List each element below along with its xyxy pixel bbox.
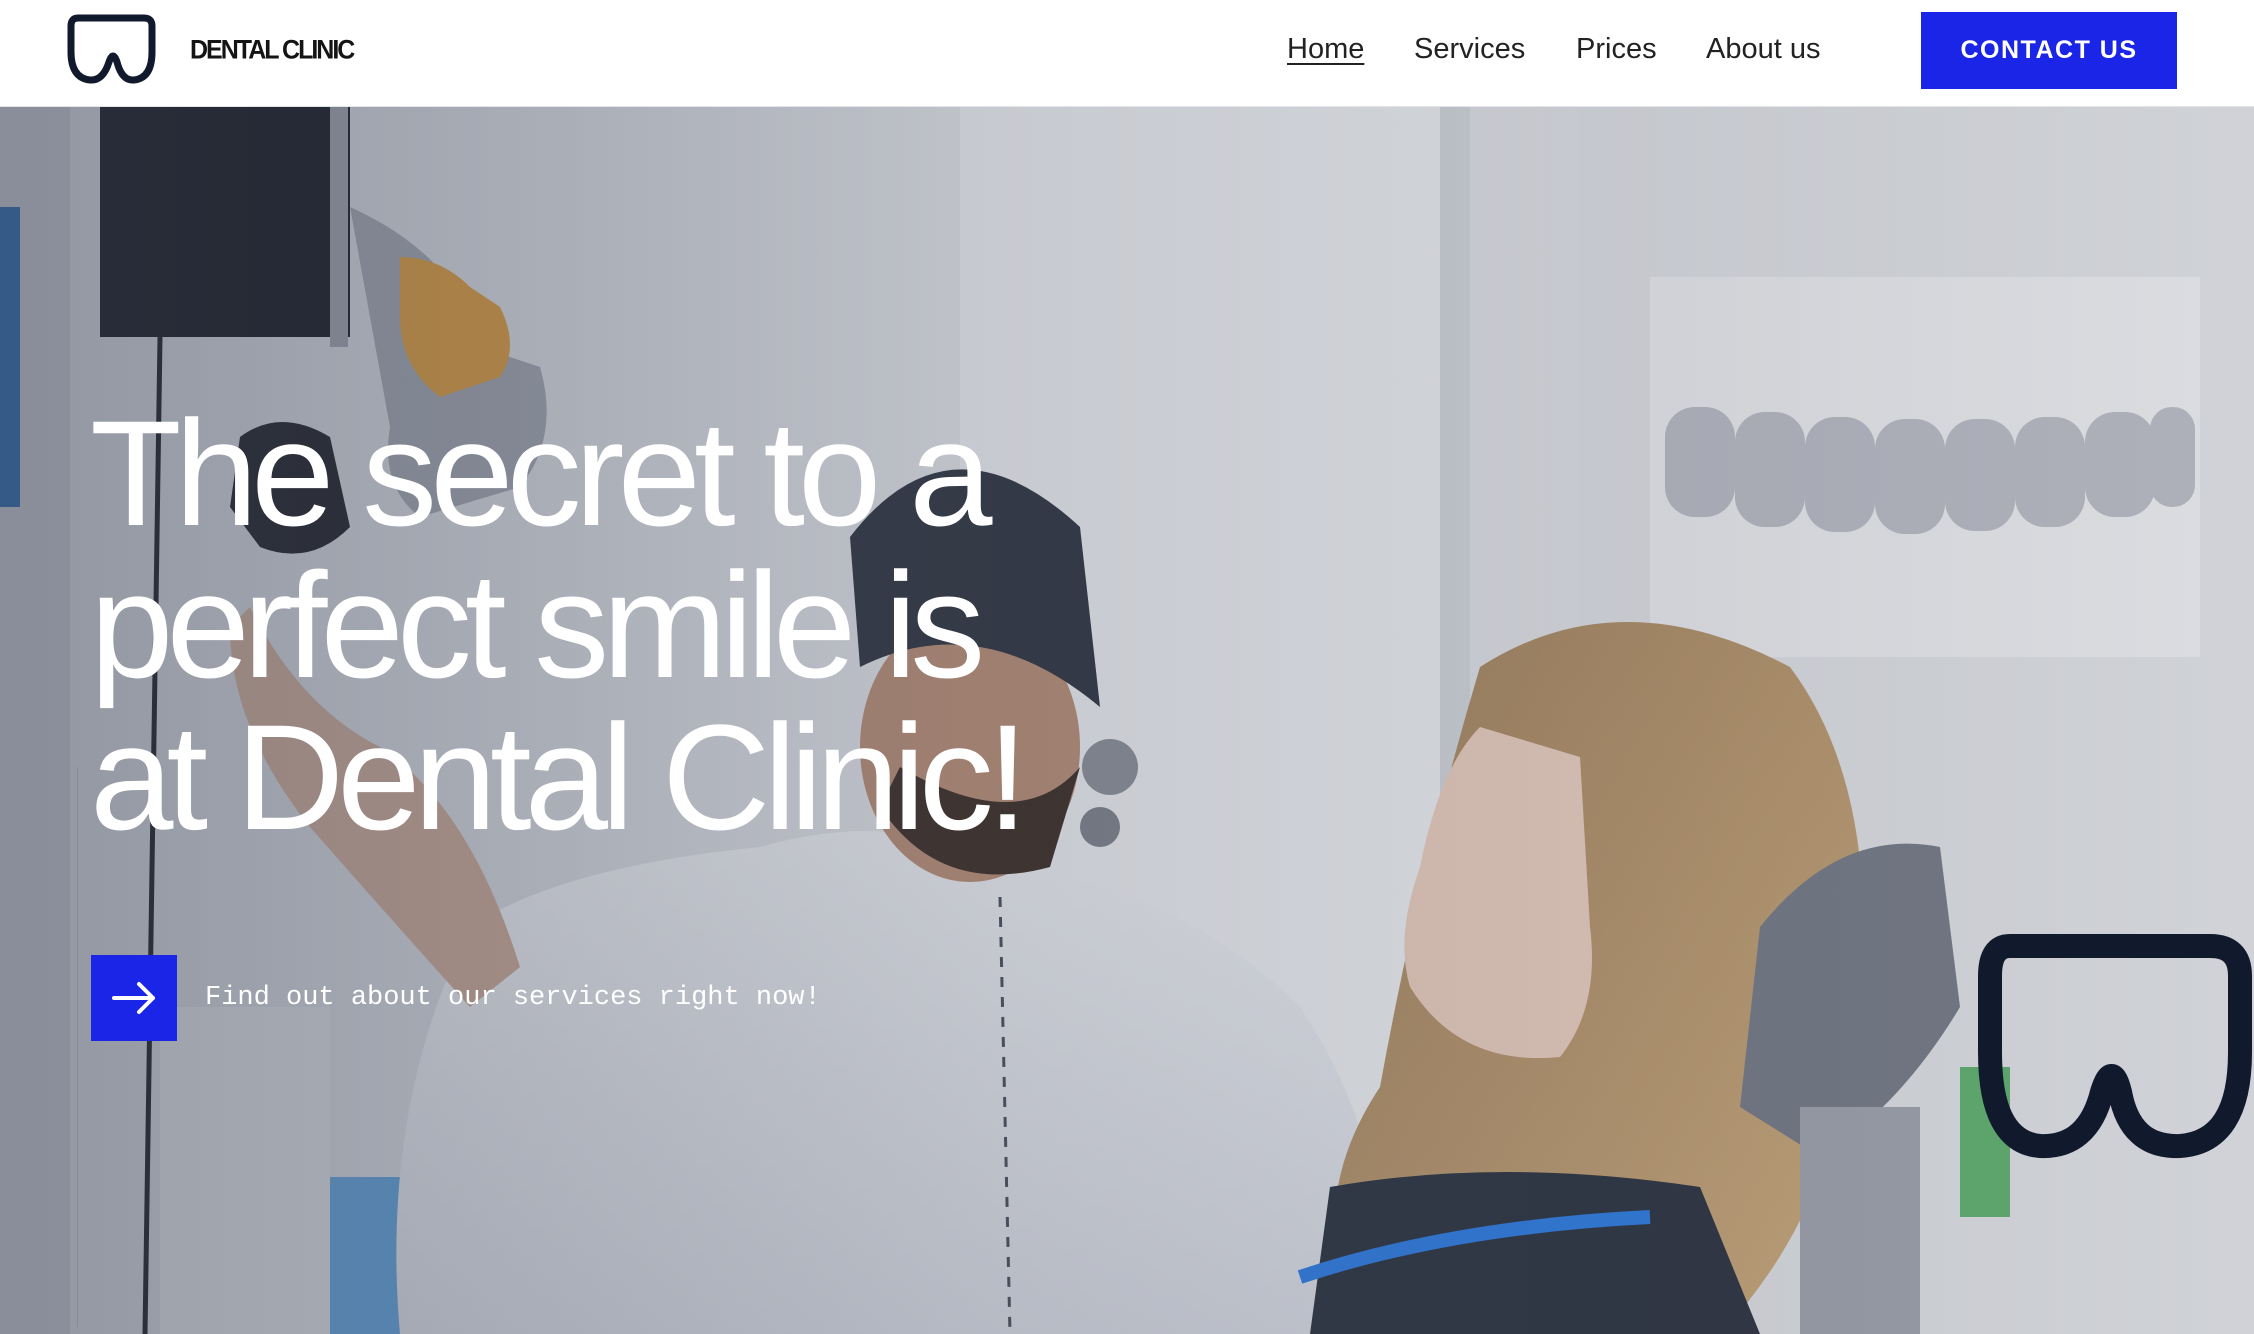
nav-services-link[interactable]: Services xyxy=(1414,33,1525,66)
hero-title-line: The secret to a xyxy=(90,389,993,557)
arrow-right-icon xyxy=(112,982,155,1014)
services-arrow-button[interactable] xyxy=(91,955,177,1041)
tooth-logo-icon[interactable] xyxy=(66,12,156,86)
hero-title-line: at Dental Clinic! xyxy=(90,693,1028,861)
hero-divider-line xyxy=(77,767,78,1327)
site-header: DENTAL CLINIC Home Services Prices About… xyxy=(0,0,2254,107)
nav-about-link[interactable]: About us xyxy=(1706,33,1820,66)
hero-title-line: perfect smile is xyxy=(90,541,985,709)
hero-section: The secret to a perfect smile is at Dent… xyxy=(0,107,2254,1334)
nav-home-link[interactable]: Home xyxy=(1287,33,1364,66)
hero-title: The secret to a perfect smile is at Dent… xyxy=(90,397,1290,853)
tooth-decor-icon xyxy=(1978,934,2252,1159)
services-cta-link[interactable]: Find out about our services right now! xyxy=(205,983,821,1013)
contact-us-button[interactable]: CONTACT US xyxy=(1921,12,2177,89)
brand-name[interactable]: DENTAL CLINIC xyxy=(190,35,355,66)
nav-prices-link[interactable]: Prices xyxy=(1576,33,1657,66)
